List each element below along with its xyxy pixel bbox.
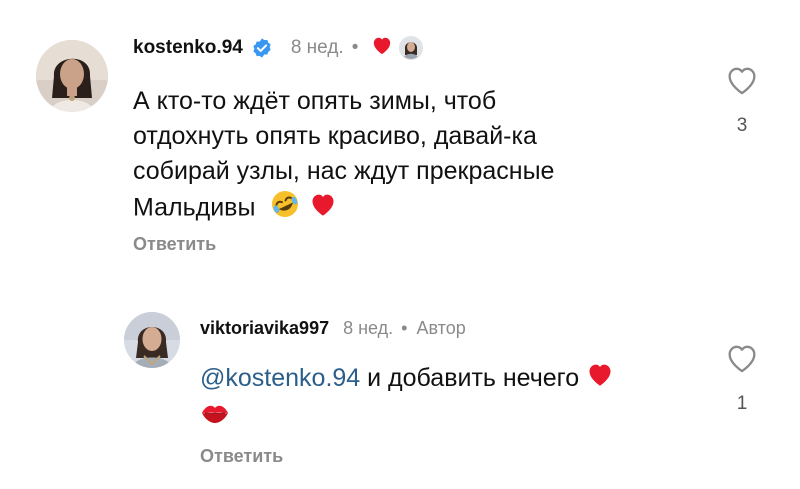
red-heart-emoji <box>309 191 337 227</box>
kiss-mark-emoji <box>200 399 230 435</box>
username[interactable]: kostenko.94 <box>133 37 243 59</box>
separator-dot: • <box>401 317 408 338</box>
reply-text: @kostenko.94 и добавить нечего <box>200 360 614 435</box>
comment-text-fragment: Мальдивы <box>133 193 256 222</box>
like-column: 3 <box>722 64 762 137</box>
separator-dot: • <box>351 37 359 58</box>
rolling-on-floor-laughing-emoji <box>270 189 300 229</box>
creator-liked-indicator <box>371 35 424 61</box>
reply-button[interactable]: Ответить <box>133 234 216 255</box>
comment-time: 8 нед. <box>290 37 344 58</box>
verified-badge-icon <box>251 37 273 59</box>
reply-text-line: @kostenko.94 и добавить нечего <box>200 360 614 397</box>
reply-header: viktoriavika997 8 нед. • Автор <box>200 315 466 341</box>
like-count: 1 <box>736 393 748 414</box>
comment-kostenko: kostenko.94 8 нед. • А кто-то ждёт опять… <box>0 0 800 280</box>
reply-button[interactable]: Ответить <box>200 446 283 467</box>
like-count: 3 <box>736 115 748 136</box>
creator-mini-avatar <box>399 36 424 60</box>
comment-text-line-last: Мальдивы <box>133 189 554 229</box>
reply-text-fragment: и добавить нечего <box>360 364 580 392</box>
heart-outline-icon[interactable] <box>722 342 762 379</box>
reply-viktoriavika: viktoriavika997 8 нед. • Автор @kostenko… <box>0 280 800 489</box>
author-label: Автор <box>416 317 466 338</box>
comment-text: А кто-то ждёт опять зимы, чтоб отдохнуть… <box>133 84 554 229</box>
comment-text-line: А кто-то ждёт опять зимы, чтоб <box>133 87 497 115</box>
comment-header: kostenko.94 8 нед. • <box>133 34 424 62</box>
red-heart-emoji <box>586 361 614 397</box>
comment-time: 8 нед. <box>343 317 394 338</box>
comment-text-line: отдохнуть опять красиво, давай-ка <box>133 122 537 150</box>
mention-link[interactable]: @kostenko.94 <box>200 364 360 392</box>
reply-text-line <box>200 397 614 434</box>
avatar-kostenko[interactable] <box>36 40 108 112</box>
red-heart-icon <box>371 35 393 61</box>
heart-outline-icon[interactable] <box>722 64 762 101</box>
avatar-viktoriavika[interactable] <box>124 312 180 368</box>
like-column: 1 <box>722 342 762 415</box>
username[interactable]: viktoriavika997 <box>200 318 329 339</box>
comment-text-line: собирай узлы, нас ждут прекрасные <box>133 157 555 185</box>
